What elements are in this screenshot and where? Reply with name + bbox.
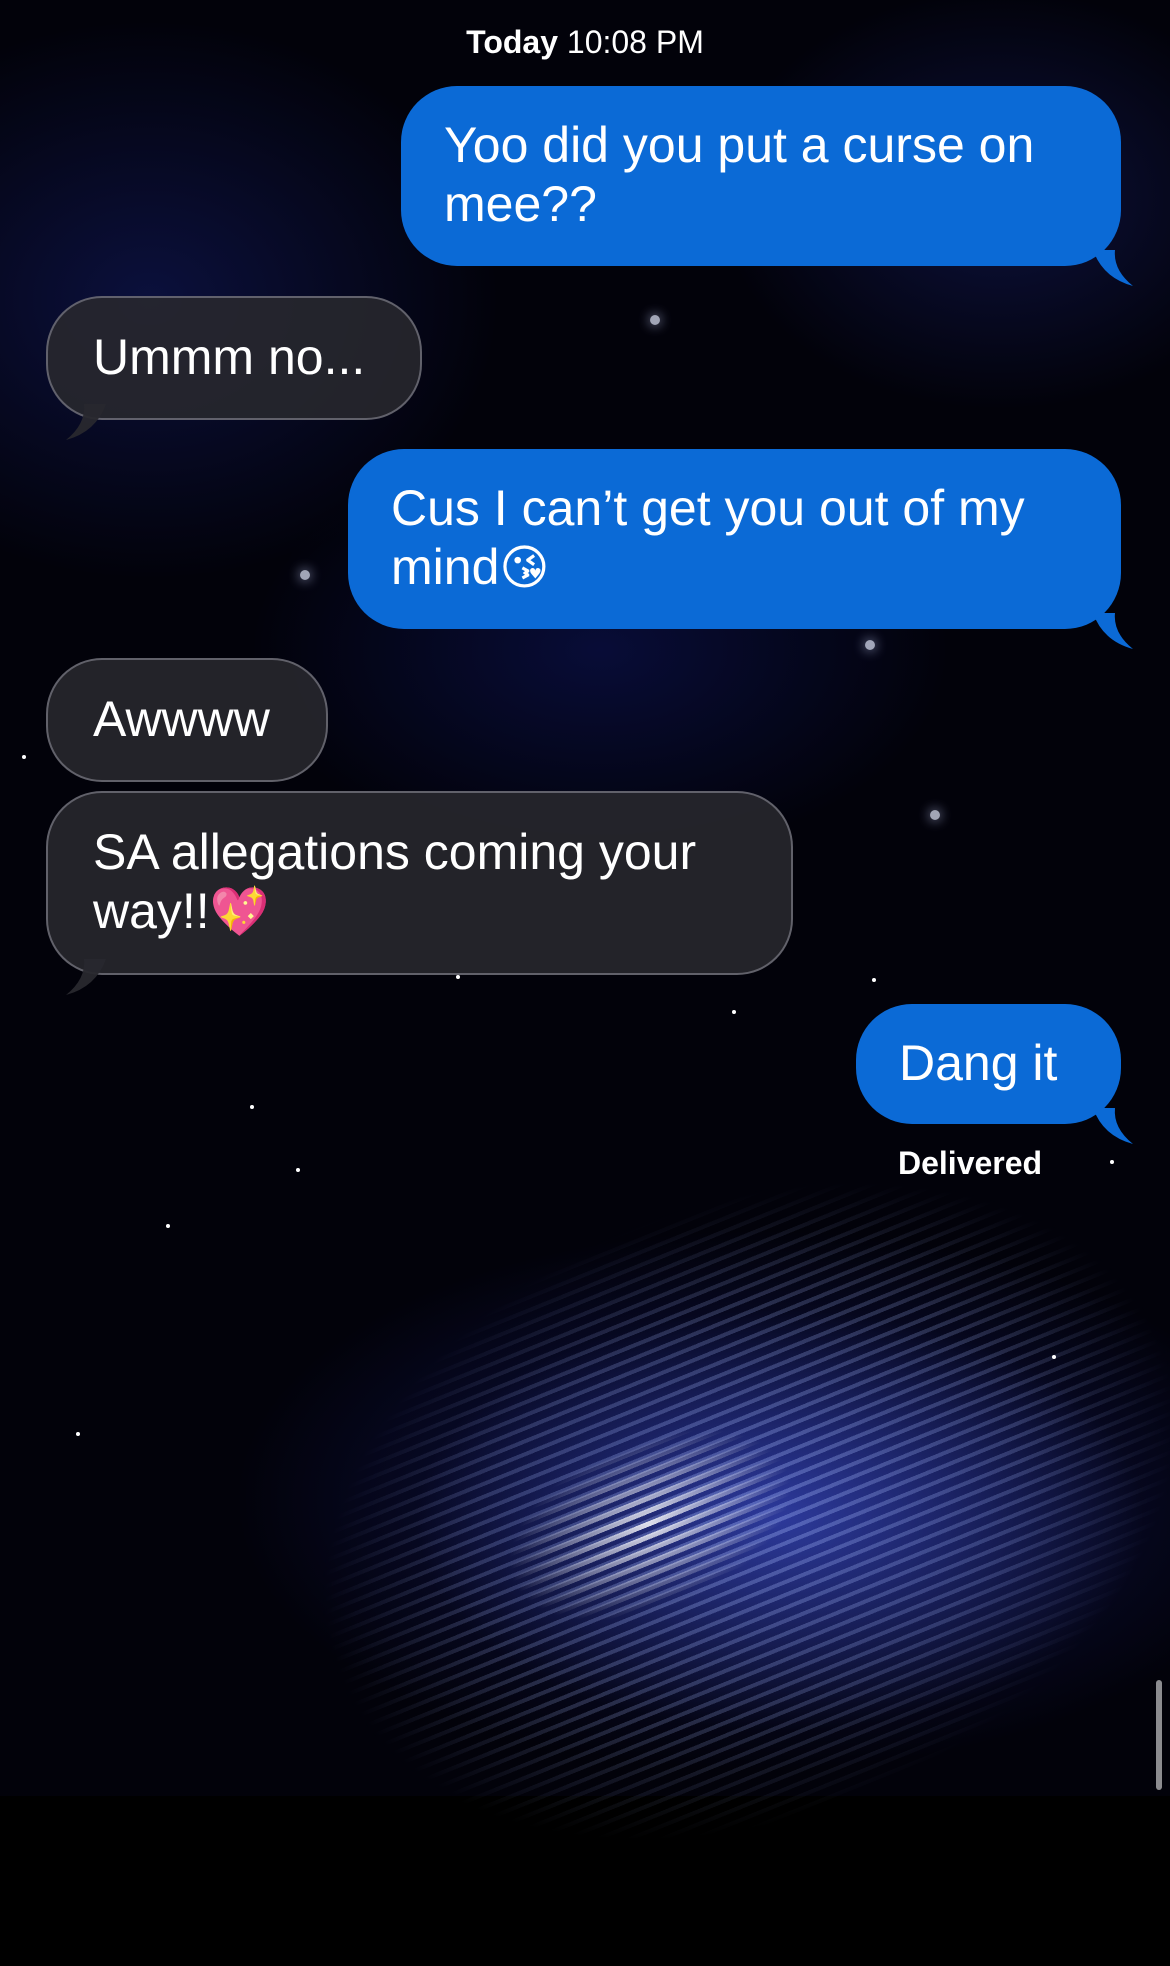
star (650, 315, 660, 325)
message-text: SA allegations coming your way!! (93, 824, 697, 939)
message-text: Ummm no... (93, 329, 366, 385)
message-bubble-sent[interactable]: Yoo did you put a curse on mee?? (401, 86, 1133, 286)
star (930, 810, 940, 820)
message-bubble-sent[interactable]: Dang it (856, 1004, 1133, 1144)
star (1110, 1160, 1114, 1164)
message-bubble-received[interactable]: Ummm no... (46, 296, 422, 440)
star (76, 1432, 80, 1436)
star (1052, 1355, 1056, 1359)
delivery-status: Delivered (898, 1145, 1043, 1181)
star (300, 570, 310, 580)
scrollbar[interactable] (1156, 1680, 1162, 1790)
message-text: Dang it (899, 1035, 1058, 1091)
bubble-tail-icon (1093, 613, 1133, 649)
bubble-tail-icon (66, 959, 106, 995)
star (732, 1010, 736, 1014)
message-bubble-sent[interactable]: Cus I can’t get you out of my mind😘 (348, 449, 1133, 649)
bubble-tail-icon (1093, 250, 1133, 286)
sparkling-heart-emoji-icon: 💖 (209, 884, 270, 940)
timestamp-header: Today 10:08 PM (0, 24, 1170, 61)
message-text: Cus I can’t get you out of my mind (391, 480, 1025, 595)
star (296, 1168, 300, 1172)
bubble-tail-icon (66, 404, 106, 440)
timestamp-time: 10:08 PM (566, 24, 704, 60)
message-bubble-received[interactable]: SA allegations coming your way!!💖 (46, 791, 793, 995)
timestamp-day: Today (466, 24, 558, 60)
bubble-tail-icon (1093, 1108, 1133, 1144)
message-bubble-received[interactable]: Awwww (46, 658, 328, 782)
star (865, 640, 875, 650)
star (166, 1224, 170, 1228)
message-text: Yoo did you put a curse on mee?? (444, 117, 1035, 232)
kiss-emoji-icon: 😘 (499, 540, 550, 596)
message-text: Awwww (93, 691, 270, 747)
star (22, 755, 26, 759)
star (250, 1105, 254, 1109)
star (872, 978, 876, 982)
star (456, 975, 460, 979)
